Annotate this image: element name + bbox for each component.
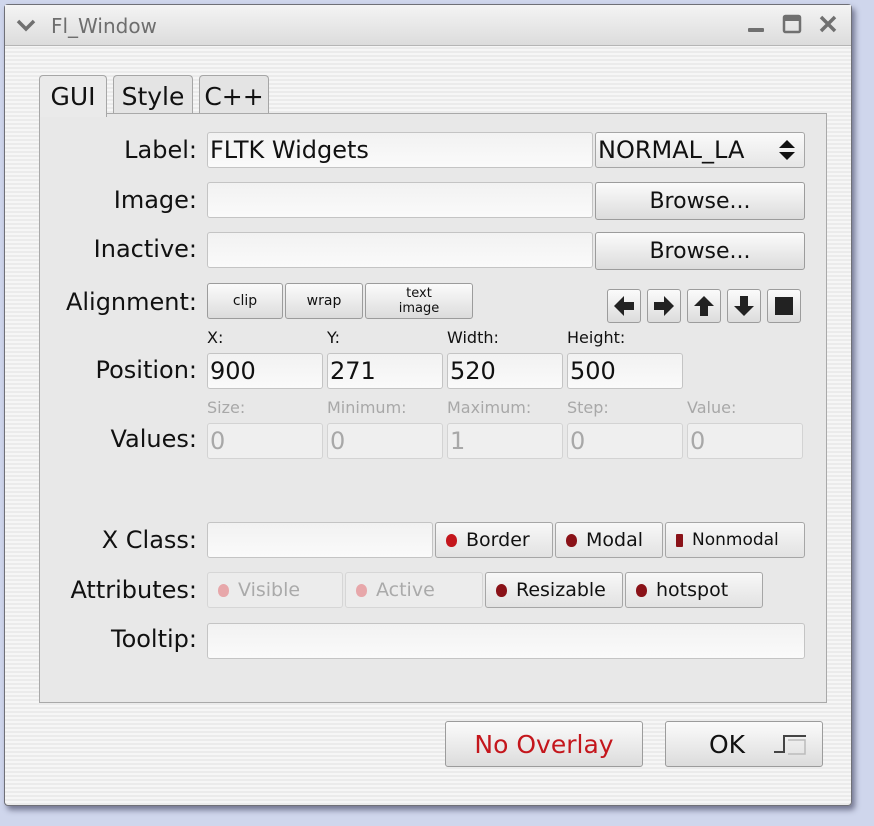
size-label: Size:	[207, 398, 246, 417]
xclass-caption: X Class:	[101, 526, 197, 554]
tab-gui[interactable]: GUI	[39, 75, 107, 117]
modal-checkbox[interactable]: Modal	[555, 522, 663, 558]
no-overlay-label: No Overlay	[474, 729, 614, 759]
up-arrow-icon	[694, 296, 714, 316]
height-label: Height:	[567, 328, 626, 347]
text-image-line-1: text	[406, 286, 432, 301]
minimum-input[interactable]: 0	[327, 423, 443, 459]
hotspot-label: hotspot	[656, 579, 729, 601]
step-label: Step:	[567, 398, 609, 417]
left-arrow-icon	[614, 296, 634, 316]
checked-light-icon	[218, 583, 229, 597]
modal-label: Modal	[586, 529, 643, 551]
right-arrow-icon	[654, 296, 674, 316]
position-caption: Position:	[95, 356, 197, 384]
x-label: X:	[207, 328, 224, 347]
window-title: Fl_Window	[51, 14, 157, 38]
height-input[interactable]: 500	[567, 353, 683, 389]
label-type-value: NORMAL_LA	[598, 136, 745, 164]
values-caption: Values:	[110, 425, 198, 453]
checked-light-icon	[676, 533, 683, 547]
text-image-line-2: image	[398, 301, 440, 316]
minimize-icon[interactable]	[745, 13, 767, 35]
fl-window: Fl_Window GUI Style C++ Label: FLTK Widg…	[4, 4, 852, 806]
maximum-input[interactable]: 1	[447, 423, 563, 459]
ok-button[interactable]: OK	[665, 721, 823, 767]
label-caption: Label:	[124, 136, 197, 164]
close-icon[interactable]	[817, 13, 839, 35]
label-input[interactable]: FLTK Widgets	[207, 132, 593, 168]
checked-light-icon	[636, 583, 647, 597]
resizable-label: Resizable	[516, 579, 606, 601]
xclass-input[interactable]	[207, 522, 433, 558]
value-label: Value:	[687, 398, 737, 417]
attributes-caption: Attributes:	[70, 576, 197, 604]
active-label: Active	[376, 579, 435, 601]
nonmodal-checkbox[interactable]: Nonmodal	[665, 522, 805, 558]
width-input[interactable]: 520	[447, 353, 563, 389]
minimum-label: Minimum:	[327, 398, 407, 417]
inactive-browse-button[interactable]: Browse...	[595, 232, 805, 270]
border-checkbox[interactable]: Border	[435, 522, 553, 558]
active-checkbox[interactable]: Active	[345, 572, 483, 608]
title-bar[interactable]: Fl_Window	[5, 5, 851, 46]
y-label: Y:	[327, 328, 341, 347]
align-text-image-button[interactable]: text image	[365, 283, 473, 319]
checked-light-icon	[566, 533, 577, 547]
resizable-checkbox[interactable]: Resizable	[485, 572, 623, 608]
hotspot-checkbox[interactable]: hotspot	[625, 572, 763, 608]
value-input[interactable]: 0	[687, 423, 803, 459]
alignment-caption: Alignment:	[65, 288, 197, 316]
checked-light-icon	[446, 533, 457, 547]
label-type-select[interactable]: NORMAL_LA	[595, 132, 805, 168]
tooltip-caption: Tooltip:	[110, 625, 197, 653]
no-overlay-button[interactable]: No Overlay	[445, 721, 643, 767]
inactive-caption: Inactive:	[93, 235, 197, 263]
tab-style[interactable]: Style	[113, 75, 193, 116]
image-browse-button[interactable]: Browse...	[595, 182, 805, 220]
tooltip-input[interactable]	[207, 623, 805, 659]
return-key-icon	[774, 735, 806, 755]
square-icon	[775, 297, 793, 315]
align-inside-button[interactable]	[767, 289, 801, 323]
align-wrap-button[interactable]: wrap	[285, 283, 363, 319]
align-clip-button[interactable]: clip	[207, 283, 283, 319]
image-caption: Image:	[113, 186, 197, 214]
tab-cpp[interactable]: C++	[199, 75, 269, 116]
align-right-button[interactable]	[647, 289, 681, 323]
checked-light-icon	[356, 583, 367, 597]
width-label: Width:	[447, 328, 499, 347]
checked-light-icon	[496, 583, 507, 597]
nonmodal-label: Nonmodal	[692, 530, 779, 550]
ok-label: OK	[708, 729, 746, 759]
align-top-button[interactable]	[687, 289, 721, 323]
align-bottom-button[interactable]	[727, 289, 761, 323]
down-arrow-icon	[734, 296, 754, 316]
maximum-label: Maximum:	[447, 398, 532, 417]
step-input[interactable]: 0	[567, 423, 683, 459]
size-input[interactable]: 0	[207, 423, 323, 459]
image-input[interactable]	[207, 182, 593, 218]
spinner-icon	[779, 140, 795, 160]
inactive-input[interactable]	[207, 232, 593, 268]
y-input[interactable]: 271	[327, 353, 443, 389]
visible-label: Visible	[238, 579, 301, 601]
maximize-icon[interactable]	[781, 13, 803, 35]
x-input[interactable]: 900	[207, 353, 323, 389]
visible-checkbox[interactable]: Visible	[207, 572, 343, 608]
border-label: Border	[466, 529, 530, 551]
window-menu-icon[interactable]	[15, 13, 37, 35]
align-left-button[interactable]	[607, 289, 641, 323]
